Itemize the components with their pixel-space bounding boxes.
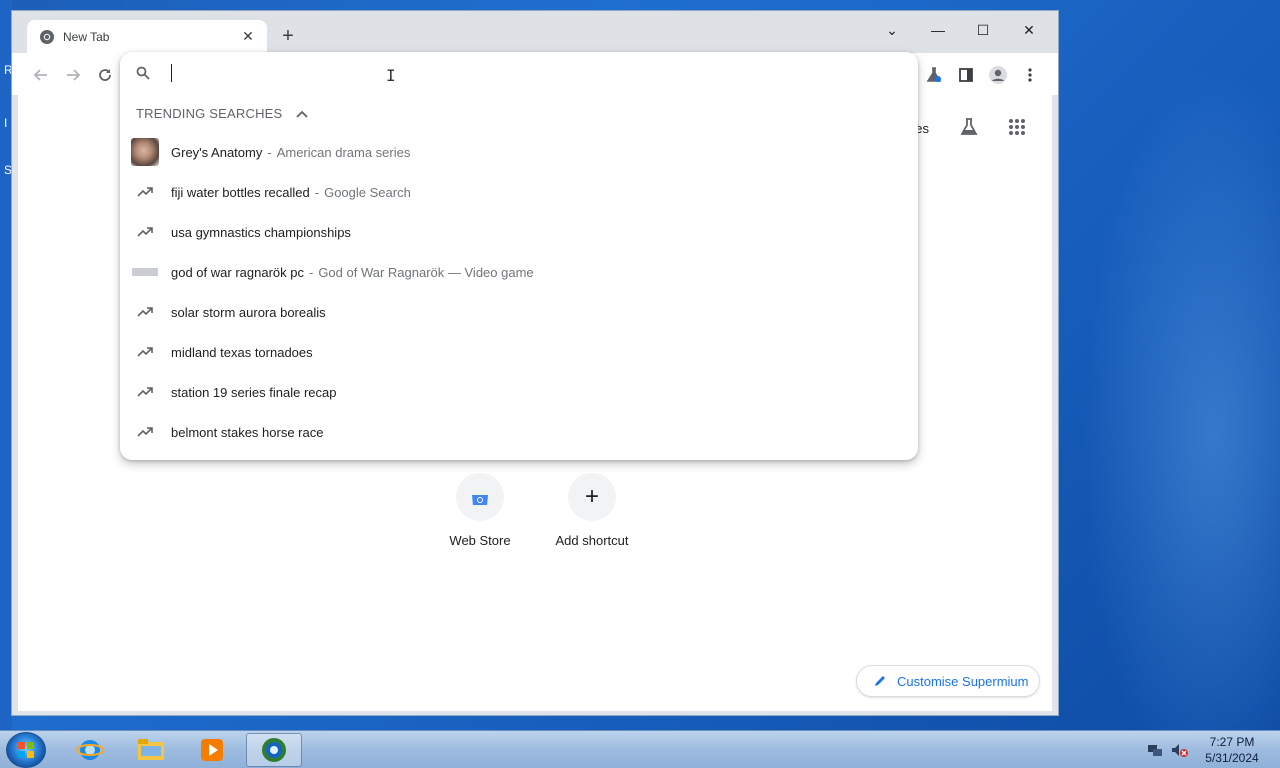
clock-time: 7:27 PM <box>1209 735 1255 749</box>
taskbar-supermium[interactable] <box>246 733 302 767</box>
suggestion-text: station 19 series finale recap <box>171 384 337 400</box>
labs-flask-icon <box>960 118 978 135</box>
omnibox-input[interactable] <box>170 62 870 84</box>
suggestion-item[interactable]: usa gymnastics championships <box>120 212 918 252</box>
suggestion-item[interactable]: solar storm aurora borealis <box>120 292 918 332</box>
mouse-ibeam-cursor: I <box>386 66 396 85</box>
shortcut-label: Add shortcut <box>555 533 629 548</box>
reload-button[interactable] <box>94 64 116 86</box>
suggestion-item[interactable]: station 19 series finale recap <box>120 372 918 412</box>
photo-thumbnail <box>130 137 160 167</box>
windows-logo-icon <box>18 742 34 758</box>
kebab-menu-icon <box>1028 68 1032 82</box>
volume-muted-icon[interactable] <box>1170 741 1188 759</box>
apps-grid-icon <box>1009 119 1025 135</box>
back-button[interactable] <box>30 64 52 86</box>
suggestion-text: midland texas tornadoes <box>171 344 313 360</box>
taskbar: 7:27 PM 5/31/2024 <box>0 730 1280 768</box>
shortcut-web-store[interactable]: Web Store <box>435 473 525 548</box>
start-button[interactable] <box>6 732 46 768</box>
suggestion-text: Grey's Anatomy <box>171 144 263 160</box>
tab-search-button[interactable]: ⌄ <box>878 17 906 43</box>
search-icon <box>136 66 150 80</box>
maximize-button[interactable]: ☐ <box>969 17 997 43</box>
supermium-browser-icon <box>262 738 286 762</box>
suggestion-text: fiji water bottles recalled <box>171 184 310 200</box>
tab-title: New Tab <box>63 29 110 44</box>
add-icon: + <box>568 473 616 521</box>
trending-icon <box>130 217 160 247</box>
folder-icon <box>138 739 164 760</box>
suggestion-separator: - <box>308 264 314 280</box>
apps-button[interactable] <box>1007 117 1027 137</box>
customise-button[interactable]: Customise Supermium <box>856 665 1040 697</box>
suggestion-item[interactable]: belmont stakes horse race <box>120 412 918 452</box>
new-tab-button[interactable]: + <box>278 25 298 47</box>
suggestion-item[interactable]: fiji water bottles recalled - Google Sea… <box>120 172 918 212</box>
omnibox-input-row[interactable]: I <box>120 52 918 94</box>
trending-searches-header[interactable]: TRENDING SEARCHES <box>136 106 309 121</box>
suggestion-separator: - <box>267 144 272 160</box>
media-player-icon <box>201 739 223 761</box>
shortcut-label: Web Store <box>449 533 511 548</box>
suggestion-item[interactable]: Grey's Anatomy - American drama series <box>120 132 918 172</box>
suggestion-item[interactable]: midland texas tornadoes <box>120 332 918 372</box>
trending-icon <box>130 177 160 207</box>
menu-button[interactable] <box>1019 64 1041 86</box>
suggestion-separator: - <box>314 184 320 200</box>
profile-avatar-icon <box>989 66 1007 84</box>
omnibox-dropdown: I TRENDING SEARCHES Grey's Anatomy - Ame… <box>120 52 918 460</box>
customise-label: Customise Supermium <box>897 673 1029 689</box>
taskbar-explorer[interactable] <box>123 733 179 767</box>
section-title: TRENDING SEARCHES <box>136 106 283 121</box>
logo-thumbnail <box>130 257 160 287</box>
trending-icon <box>130 337 160 367</box>
profile-button[interactable] <box>987 64 1009 86</box>
trending-icon <box>130 377 160 407</box>
text-caret <box>171 64 172 82</box>
desktop-wallpaper <box>1060 0 1280 730</box>
forward-arrow-icon <box>67 69 81 81</box>
web-store-icon <box>456 473 504 521</box>
clock-date: 5/31/2024 <box>1205 751 1259 765</box>
forward-button[interactable] <box>62 64 84 86</box>
tab-new-tab[interactable]: New Tab ✕ <box>27 20 267 53</box>
close-tab-icon[interactable]: ✕ <box>239 28 257 46</box>
back-arrow-icon <box>33 69 47 81</box>
chrome-icon <box>40 29 54 44</box>
trending-icon <box>130 297 160 327</box>
reload-icon <box>99 69 111 81</box>
taskbar-media-player[interactable] <box>184 733 240 767</box>
desktop-icon-fragment: I <box>4 116 8 130</box>
suggestion-description: American drama series <box>276 144 411 160</box>
pencil-icon <box>875 676 885 686</box>
trending-icon <box>130 417 160 447</box>
extensions-button[interactable] <box>923 64 945 86</box>
internet-explorer-icon <box>76 740 104 760</box>
side-panel-button[interactable] <box>955 64 977 86</box>
flask-icon <box>926 67 942 82</box>
taskbar-internet-explorer[interactable] <box>62 733 118 767</box>
suggestion-text: usa gymnastics championships <box>171 224 351 240</box>
network-icon[interactable] <box>1146 741 1164 759</box>
chevron-up-icon[interactable] <box>296 110 309 118</box>
tab-strip: New Tab ✕ + ⌄ — ☐ ✕ <box>12 11 1058 53</box>
suggestion-description: God of War Ragnarök — Video game <box>318 264 534 280</box>
suggestion-text: solar storm aurora borealis <box>171 304 326 320</box>
suggestion-text: belmont stakes horse race <box>171 424 324 440</box>
suggestion-item[interactable]: god of war ragnarök pc - God of War Ragn… <box>120 252 918 292</box>
labs-button[interactable] <box>959 117 979 137</box>
suggestion-text: god of war ragnarök pc <box>171 264 304 280</box>
minimize-button[interactable]: — <box>924 17 952 43</box>
clock[interactable]: 7:27 PM 5/31/2024 <box>1194 734 1270 766</box>
shortcut-add[interactable]: + Add shortcut <box>547 473 637 548</box>
suggestion-description: Google Search <box>324 184 411 200</box>
side-panel-icon <box>959 68 973 82</box>
close-window-button[interactable]: ✕ <box>1015 17 1043 43</box>
